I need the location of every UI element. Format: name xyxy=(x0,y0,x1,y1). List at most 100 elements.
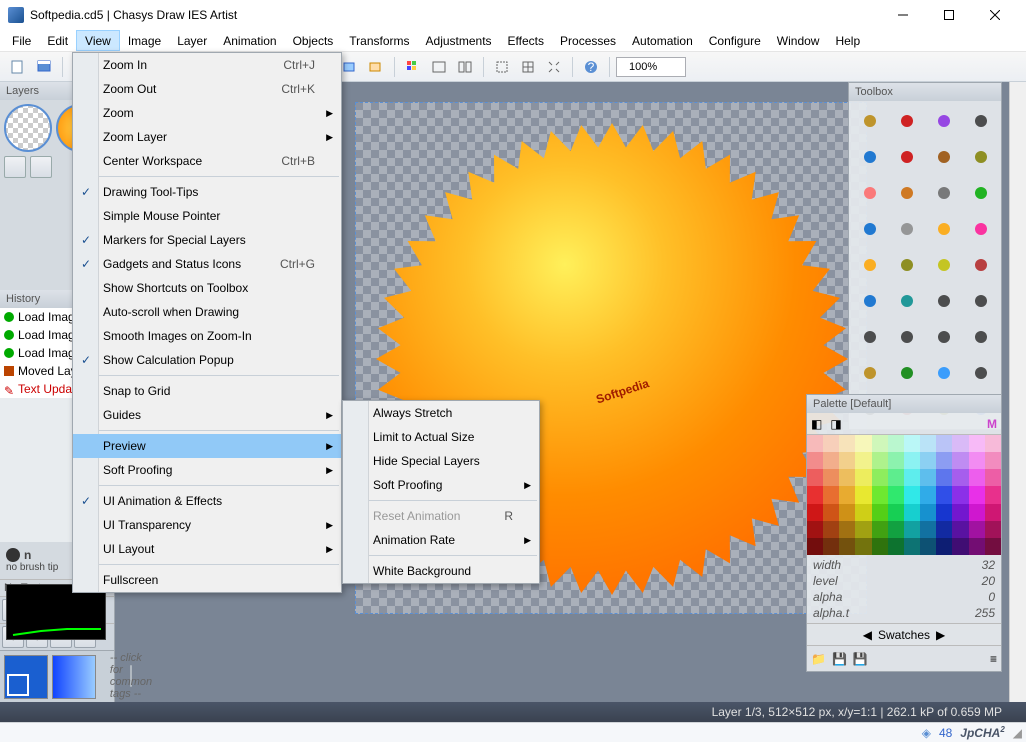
tool-smudge-icon[interactable] xyxy=(925,211,962,247)
palette-swatch[interactable] xyxy=(872,452,888,469)
palette-swatch[interactable] xyxy=(920,435,936,452)
tool-hand-icon[interactable] xyxy=(851,103,888,139)
palette-swatch[interactable] xyxy=(952,521,968,538)
palette-grid[interactable] xyxy=(807,435,1001,555)
palette-swatch[interactable] xyxy=(823,435,839,452)
menu-item-markers-for-special-layers[interactable]: ✓Markers for Special Layers xyxy=(73,228,341,252)
tool-line-icon[interactable] xyxy=(851,283,888,319)
palette-swatch[interactable] xyxy=(807,435,823,452)
menu-item-animation-rate[interactable]: Animation Rate▶ xyxy=(343,528,539,552)
palette-swatch[interactable] xyxy=(936,435,952,452)
swatches-button[interactable]: ◀Swatches▶ xyxy=(807,623,1001,645)
menu-item-ui-transparency[interactable]: UI Transparency▶ xyxy=(73,513,341,537)
minimize-button[interactable] xyxy=(880,0,926,30)
palette-swatch[interactable] xyxy=(952,452,968,469)
zoom-input[interactable]: 100% xyxy=(616,57,686,77)
palette-swatch[interactable] xyxy=(872,538,888,555)
tool-ellipse-icon[interactable] xyxy=(925,283,962,319)
menu-item-hide-special-layers[interactable]: Hide Special Layers xyxy=(343,449,539,473)
palette-swatch[interactable] xyxy=(969,452,985,469)
menu-layer[interactable]: Layer xyxy=(169,30,215,51)
tool-erase-icon[interactable] xyxy=(851,175,888,211)
palette-swatch[interactable] xyxy=(807,521,823,538)
menu-item-fullscreen[interactable]: Fullscreen xyxy=(73,568,341,592)
layer-thumb[interactable] xyxy=(4,104,52,152)
tool-move-icon[interactable] xyxy=(925,319,962,355)
scrollbar-vertical[interactable] xyxy=(1009,82,1026,702)
palette-swatch[interactable] xyxy=(855,538,871,555)
palette-save2-icon[interactable]: 💾 xyxy=(853,652,868,666)
palette-save-icon[interactable]: 💾 xyxy=(832,652,847,666)
menu-item-zoom-out[interactable]: Zoom OutCtrl+K xyxy=(73,77,341,101)
tool-curve-icon[interactable] xyxy=(888,355,925,391)
palette-swatch[interactable] xyxy=(936,469,952,486)
palette-m-icon[interactable]: M xyxy=(987,417,997,431)
palette-swatch[interactable] xyxy=(904,538,920,555)
toolbar-tile-icon[interactable] xyxy=(453,55,477,79)
menu-configure[interactable]: Configure xyxy=(701,30,769,51)
tool-zoom-icon[interactable] xyxy=(962,103,999,139)
tool-marquee-icon[interactable] xyxy=(962,319,999,355)
palette-swatch[interactable] xyxy=(888,452,904,469)
slider-alpha[interactable]: alpha0 xyxy=(813,589,995,605)
palette-mode-icon[interactable]: ◨ xyxy=(830,417,841,431)
layer-action-icon[interactable] xyxy=(30,156,52,178)
menu-item-zoom[interactable]: Zoom▶ xyxy=(73,101,341,125)
palette-swatch[interactable] xyxy=(888,435,904,452)
tool-sharpen-icon[interactable] xyxy=(888,247,925,283)
bg-color-thumb[interactable] xyxy=(52,655,96,699)
menu-file[interactable]: File xyxy=(4,30,39,51)
palette-swatch[interactable] xyxy=(936,486,952,503)
palette-swatch[interactable] xyxy=(985,452,1001,469)
tool-blur-icon[interactable] xyxy=(962,211,999,247)
slider-width[interactable]: width32 xyxy=(813,557,995,573)
palette-swatch[interactable] xyxy=(888,469,904,486)
tool-airbrush-icon[interactable] xyxy=(962,139,999,175)
close-button[interactable] xyxy=(972,0,1018,30)
palette-swatch[interactable] xyxy=(823,452,839,469)
palette-swatch[interactable] xyxy=(872,435,888,452)
palette-swatch[interactable] xyxy=(920,486,936,503)
palette-swatch[interactable] xyxy=(839,452,855,469)
tool-brush-icon[interactable] xyxy=(925,139,962,175)
menu-item-snap-to-grid[interactable]: Snap to Grid xyxy=(73,379,341,403)
palette-swatch[interactable] xyxy=(969,486,985,503)
palette-swatch[interactable] xyxy=(985,538,1001,555)
palette-swatch[interactable] xyxy=(952,486,968,503)
menu-item-limit-to-actual-size[interactable]: Limit to Actual Size xyxy=(343,425,539,449)
menu-item-gadgets-and-status-icons[interactable]: ✓Gadgets and Status IconsCtrl+G xyxy=(73,252,341,276)
palette-menu-icon[interactable]: ≡ xyxy=(990,652,997,666)
palette-swatch[interactable] xyxy=(985,486,1001,503)
palette-swatch[interactable] xyxy=(920,538,936,555)
palette-swatch[interactable] xyxy=(855,469,871,486)
palette-swatch[interactable] xyxy=(936,452,952,469)
menu-item-zoom-layer[interactable]: Zoom Layer▶ xyxy=(73,125,341,149)
tool-wand-icon[interactable] xyxy=(925,103,962,139)
palette-swatch[interactable] xyxy=(969,469,985,486)
tool-picker-icon[interactable] xyxy=(851,139,888,175)
toolbar-grid2-icon[interactable] xyxy=(516,55,540,79)
tool-select-icon[interactable] xyxy=(851,319,888,355)
palette-swatch[interactable] xyxy=(952,538,968,555)
palette-swatch[interactable] xyxy=(985,435,1001,452)
palette-swatch[interactable] xyxy=(969,521,985,538)
palette-swatch[interactable] xyxy=(888,521,904,538)
palette-swatch[interactable] xyxy=(936,521,952,538)
palette-swatch[interactable] xyxy=(904,435,920,452)
palette-swatch[interactable] xyxy=(952,469,968,486)
tool-clone-icon[interactable] xyxy=(925,175,962,211)
tool-dodge-icon[interactable] xyxy=(925,247,962,283)
menu-item-soft-proofing[interactable]: Soft Proofing▶ xyxy=(343,473,539,497)
palette-swatch[interactable] xyxy=(855,521,871,538)
toolbar-help-icon[interactable]: ? xyxy=(579,55,603,79)
toolbar-new-icon[interactable] xyxy=(6,55,30,79)
menu-animation[interactable]: Animation xyxy=(215,30,284,51)
toolbar-layer2-icon[interactable] xyxy=(364,55,388,79)
palette-swatch[interactable] xyxy=(823,486,839,503)
tool-lasso-icon[interactable] xyxy=(851,355,888,391)
menu-transforms[interactable]: Transforms xyxy=(341,30,417,51)
tool-pencil-icon[interactable] xyxy=(888,103,925,139)
menu-item-soft-proofing[interactable]: Soft Proofing▶ xyxy=(73,458,341,482)
tool-sphere-icon[interactable] xyxy=(851,247,888,283)
menu-window[interactable]: Window xyxy=(769,30,828,51)
